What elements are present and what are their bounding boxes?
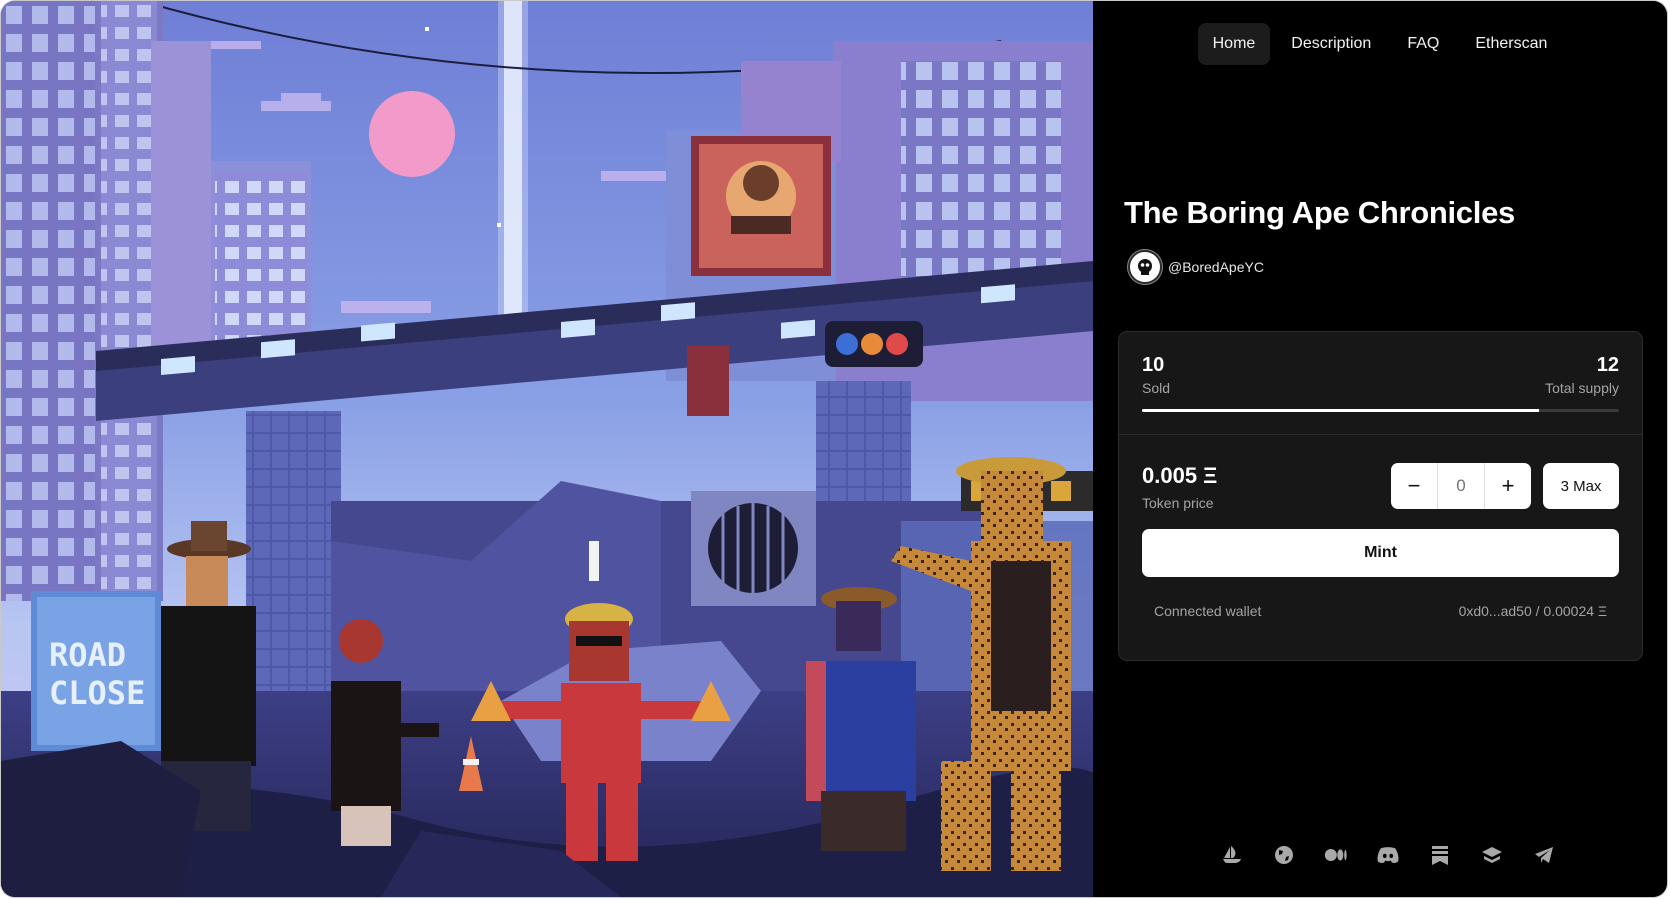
mint-panel: Home Description FAQ Etherscan The Borin… (1093, 1, 1667, 897)
quantity-stepper: − + (1391, 463, 1531, 509)
sold-stat: 10 Sold (1142, 354, 1170, 396)
globe-icon[interactable] (1272, 843, 1296, 867)
decrement-button[interactable]: − (1391, 463, 1437, 509)
author-link[interactable]: @BoredApeYC (1128, 250, 1264, 284)
collection-title: The Boring Ape Chronicles (1124, 195, 1515, 230)
nav-home[interactable]: Home (1197, 23, 1271, 65)
app-frame: ROAD CLOSE Home Description FAQ Ethersca… (1, 1, 1667, 897)
nav-etherscan[interactable]: Etherscan (1460, 23, 1562, 65)
card-divider (1119, 434, 1642, 435)
increment-button[interactable]: + (1485, 463, 1531, 509)
connected-wallet-label: Connected wallet (1154, 603, 1262, 619)
sold-count: 10 (1142, 354, 1165, 376)
svg-text:ROAD: ROAD (49, 636, 126, 674)
author-handle: @BoredApeYC (1168, 259, 1264, 275)
opensea-icon[interactable] (1220, 843, 1244, 867)
layers-icon[interactable] (1480, 843, 1504, 867)
telegram-icon[interactable] (1532, 843, 1556, 867)
ape-skull-icon (1138, 259, 1152, 275)
max-button[interactable]: 3 Max (1543, 463, 1619, 509)
nav-faq[interactable]: FAQ (1392, 23, 1454, 65)
medium-icon[interactable] (1324, 843, 1348, 867)
sold-label: Sold (1142, 380, 1171, 396)
total-supply-count: 12 (1596, 354, 1619, 376)
social-links (1093, 843, 1667, 867)
discord-icon[interactable] (1376, 843, 1400, 867)
connected-wallet-value: 0xd0...ad50 / 0.00024 Ξ (1458, 603, 1607, 619)
avatar (1128, 250, 1162, 284)
total-supply-label: Total supply (1545, 380, 1619, 396)
top-nav: Home Description FAQ Etherscan (1093, 23, 1667, 65)
mint-progress-bar (1142, 409, 1619, 412)
token-price-label: Token price (1142, 495, 1214, 511)
mint-progress-fill (1142, 409, 1540, 412)
nav-description[interactable]: Description (1276, 23, 1386, 65)
token-price: 0.005 Ξ (1142, 463, 1218, 488)
mint-button[interactable]: Mint (1142, 529, 1619, 577)
svg-text:CLOSE: CLOSE (49, 674, 145, 712)
bookmark-icon[interactable] (1428, 843, 1452, 867)
collection-artwork: ROAD CLOSE (1, 1, 1093, 897)
quantity-input[interactable] (1437, 463, 1485, 509)
supply-stat: 12 Total supply (1545, 354, 1619, 396)
mint-card: 10 Sold 12 Total supply 0.005 Ξ Token pr… (1118, 331, 1643, 661)
